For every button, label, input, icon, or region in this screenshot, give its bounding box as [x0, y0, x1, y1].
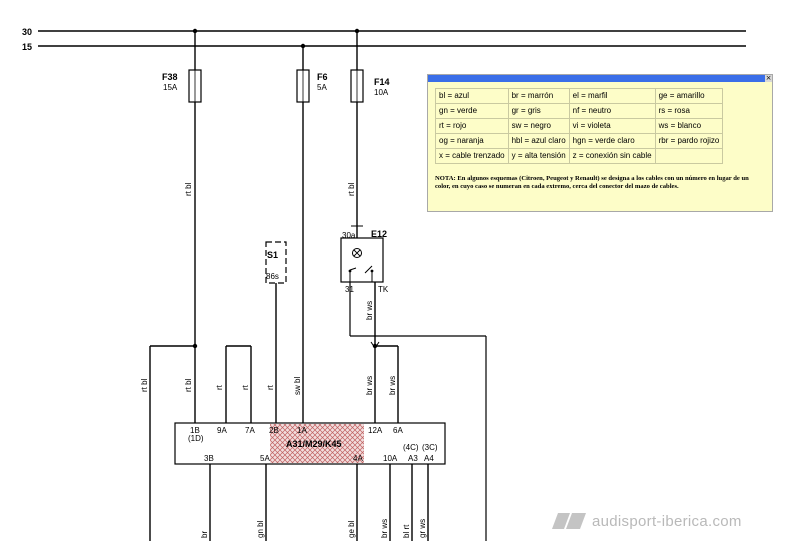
- wire-label: rt bl: [347, 182, 356, 196]
- fuse-f6-rating: 5A: [317, 83, 327, 92]
- pin-12a: 12A: [368, 426, 383, 435]
- fuse-f38-rating: 15A: [163, 83, 178, 92]
- switch-s1-terminal: 86s: [266, 272, 279, 281]
- switch-s1-id: S1: [267, 250, 278, 260]
- legend-cell: rbr = pardo rojizo: [654, 133, 724, 149]
- legend-cell: ws = blanco: [654, 118, 724, 134]
- legend-row: bl = azul br = marrón el = marfil ge = amar…: [435, 88, 724, 104]
- legend-cell: rt = rojo: [435, 118, 509, 134]
- legend-cell: og = naranja: [435, 133, 509, 149]
- watermark: audisport-iberica.com: [552, 510, 742, 532]
- module-block: A31/M29/K45 1B (1D) 9A 7A 2B 1A 12A 6A (…: [174, 422, 446, 465]
- legend-row: x = cable trenzado y = alta tensión z = co…: [435, 148, 724, 164]
- legend-cell: br = marrón: [507, 88, 570, 104]
- fuse-f6: F6 5A: [296, 46, 328, 423]
- pin-7a: 7A: [245, 426, 255, 435]
- wire-label: rt bl: [140, 378, 149, 392]
- pin-5a: 5A: [260, 454, 270, 463]
- fuse-f6-id: F6: [317, 72, 328, 82]
- wire-label: gn bl: [256, 520, 265, 538]
- legend-cell: hgn = verde claro: [568, 133, 656, 149]
- legend-cell: [654, 148, 724, 164]
- e12-pin-30a: 30a: [342, 231, 356, 240]
- fuse-f14: F14 10A: [350, 31, 390, 226]
- pin-a4: A4: [424, 454, 434, 463]
- color-legend-popup: × bl = azul br = marrón el = marfil ge = am…: [427, 74, 773, 212]
- wire-label: gr ws: [418, 519, 427, 538]
- pin-3b: 3B: [204, 454, 214, 463]
- wire-label: br: [200, 531, 209, 538]
- wire-label: rt: [266, 384, 275, 390]
- pin-10a: 10A: [383, 454, 398, 463]
- module-label: A31/M29/K45: [286, 439, 342, 449]
- popup-title-bar[interactable]: [428, 75, 772, 82]
- wiring-diagram: 30 15 F38 15A F6 5A F14 10A S1 86s 30a E…: [0, 0, 800, 541]
- e12-pin-tk: TK: [378, 285, 389, 294]
- legend-cell: bl = azul: [435, 88, 509, 104]
- pin-6a: 6A: [393, 426, 403, 435]
- pin-1d: (1D): [188, 434, 204, 443]
- pin-2b: 2B: [269, 426, 279, 435]
- pin-4c: (4C): [403, 443, 419, 452]
- fuse-f14-rating: 10A: [374, 88, 389, 97]
- legend-cell: sw = negro: [507, 118, 570, 134]
- pin-9a: 9A: [217, 426, 227, 435]
- pin-3c: (3C): [422, 443, 438, 452]
- wire-label: br ws: [388, 376, 397, 395]
- switch-s1: S1 86s: [265, 241, 287, 423]
- legend-cell: gr = gris: [507, 103, 570, 119]
- wire-label: br ws: [365, 301, 374, 320]
- legend-row: gn = verde gr = gris nf = neutro rs = rosa: [435, 103, 724, 119]
- audisport-logo-icon: [552, 513, 586, 529]
- wire-label: rt bl: [184, 378, 193, 392]
- wire-label: bl rt: [402, 524, 411, 538]
- bus-30: 30: [22, 27, 746, 37]
- fuse-f14-id: F14: [374, 77, 390, 87]
- watermark-text: audisport-iberica.com: [592, 512, 742, 530]
- legend-row: og = naranja hbl = azul claro hgn = verde …: [435, 133, 724, 149]
- legend-cell: nf = neutro: [568, 103, 656, 119]
- wire-label: ge bl: [347, 520, 356, 538]
- wire-label: rt: [215, 384, 224, 390]
- wire-label: sw bl: [293, 377, 302, 395]
- pin-1a: 1A: [297, 426, 307, 435]
- legend-cell: gn = verde: [435, 103, 509, 119]
- legend-cell: z = conexión sin cable: [568, 148, 656, 164]
- legend-cell: hbl = azul claro: [507, 133, 570, 149]
- bus-15-label: 15: [22, 42, 32, 52]
- wire-label: rt bl: [184, 182, 193, 196]
- legend-cell: ge = amarillo: [654, 88, 724, 104]
- legend-cell: y = alta tensión: [507, 148, 570, 164]
- legend-table: bl = azul br = marrón el = marfil ge = amar…: [435, 88, 724, 164]
- bus-30-label: 30: [22, 27, 32, 37]
- legend-cell: x = cable trenzado: [435, 148, 509, 164]
- fuse-f38: F38 15A: [162, 31, 202, 423]
- close-icon[interactable]: ×: [765, 75, 772, 82]
- legend-cell: vi = violeta: [568, 118, 656, 134]
- fuse-f38-id: F38: [162, 72, 178, 82]
- e12-id: E12: [371, 229, 387, 239]
- component-e12: 30a E12 31 TK: [340, 225, 389, 294]
- legend-cell: rs = rosa: [654, 103, 724, 119]
- wire-label: rt: [241, 384, 250, 390]
- legend-note: NOTA: En algunos esquemas (Citroen, Peug…: [435, 175, 749, 190]
- legend-row: rt = rojo sw = negro vi = violeta ws = blan…: [435, 118, 724, 134]
- bus-15: 15: [22, 42, 746, 52]
- legend-cell: el = marfil: [568, 88, 656, 104]
- pin-4a: 4A: [353, 454, 363, 463]
- wire-label: br ws: [365, 376, 374, 395]
- pin-a3: A3: [408, 454, 418, 463]
- wire-label: br ws: [380, 519, 389, 538]
